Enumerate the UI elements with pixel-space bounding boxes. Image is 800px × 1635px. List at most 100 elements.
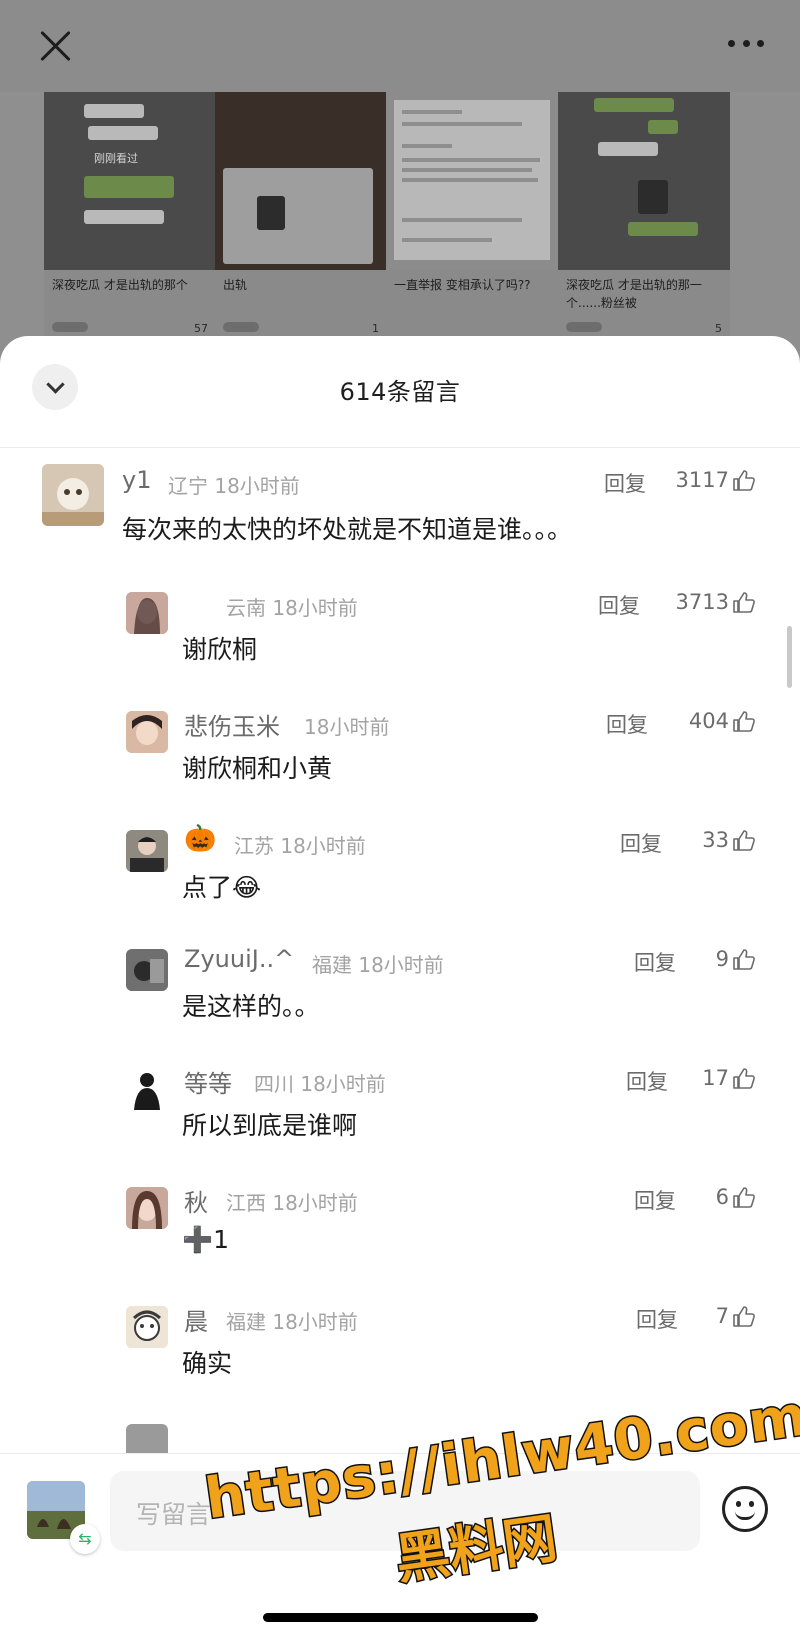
reply-button[interactable]: 回复 — [604, 468, 646, 498]
article-image-grid: 刚刚看过 深夜吃瓜 才是出轨的那个 57 出轨 1 一直举报 变相承认了吗?? … — [44, 92, 758, 340]
comment-username[interactable]: 悲伤玉米 — [184, 707, 280, 742]
reply-button[interactable]: 回复 — [636, 1304, 678, 1334]
like-count: 17 — [702, 1066, 729, 1090]
sheet-header: 614条留言 — [0, 336, 800, 448]
comment-text: 谢欣桐 — [182, 635, 258, 664]
comment-item: 等等 四川 18小时前 所以到底是谁啊 回复 17 — [0, 1060, 800, 1170]
like-count: 3117 — [675, 468, 729, 492]
card-likes: 57 — [194, 322, 208, 335]
comment-meta: 江苏 18小时前 — [234, 834, 366, 858]
avatar[interactable] — [126, 949, 168, 991]
card-caption: 深夜吃瓜 才是出轨的那个 — [52, 278, 188, 292]
like-button[interactable]: 3117 — [676, 468, 756, 492]
comment-text: 谢欣桐和小黄 — [182, 754, 333, 783]
avatar[interactable] — [126, 830, 168, 872]
thumbs-up-icon — [733, 711, 755, 732]
comment-username[interactable]: 秋 — [184, 1183, 208, 1218]
more-icon[interactable] — [728, 40, 764, 50]
like-button[interactable]: 17 — [702, 1066, 756, 1090]
card-caption: 深夜吃瓜 才是出轨的那一个......粉丝被 — [566, 278, 702, 310]
reply-button[interactable]: 回复 — [634, 1185, 676, 1215]
article-card: 出轨 1 — [215, 92, 387, 340]
thumbs-up-icon — [733, 1068, 755, 1089]
like-count: 404 — [688, 709, 729, 733]
like-count: 9 — [715, 947, 729, 971]
comment-username[interactable]: ZyuuiJ..^ — [184, 945, 294, 973]
thumbs-up-icon — [733, 1187, 755, 1208]
reply-button[interactable]: 回复 — [626, 1066, 668, 1096]
avatar[interactable] — [126, 1068, 168, 1110]
switch-account-icon[interactable]: ⇆ — [70, 1524, 100, 1554]
article-top-bar — [0, 0, 800, 92]
like-button[interactable]: 33 — [702, 828, 756, 852]
avatar[interactable] — [126, 1187, 168, 1229]
comment-text: 点了😂 — [182, 873, 262, 902]
comment-input-placeholder: 写留言 — [136, 1500, 212, 1529]
comment-text: 所以到底是谁啊 — [182, 1111, 358, 1140]
thumbs-up-icon — [733, 592, 755, 613]
emoji-icon[interactable] — [722, 1486, 768, 1532]
comment-meta: 云南 18小时前 — [226, 596, 358, 620]
comment-item: ZyuuiJ..^ 福建 18小时前 是这样的。。 回复 9 — [0, 941, 800, 1051]
comment-username[interactable]: 等等 — [184, 1064, 232, 1099]
thumbs-up-icon — [733, 1306, 755, 1327]
thumbs-up-icon — [733, 949, 755, 970]
like-button[interactable]: 404 — [689, 709, 756, 733]
chat-screenshot-image: 刚刚看过 — [44, 92, 216, 270]
comment-meta: 18小时前 — [304, 715, 390, 739]
article-card: 深夜吃瓜 才是出轨的那一个......粉丝被 5 — [558, 92, 730, 340]
comment-meta: 江西 18小时前 — [226, 1191, 358, 1215]
article-card: 刚刚看过 深夜吃瓜 才是出轨的那个 57 — [44, 92, 216, 340]
like-button[interactable]: 3713 — [676, 590, 756, 614]
recently-viewed-label: 刚刚看过 — [94, 152, 138, 165]
comment-text: 确实 — [182, 1349, 233, 1378]
avatar[interactable] — [126, 711, 168, 753]
comment-meta: 福建 18小时前 — [312, 953, 444, 977]
card-likes: 1 — [372, 322, 379, 335]
comment-item: 秋 江西 18小时前 ➕1 回复 6 — [0, 1179, 800, 1289]
avatar[interactable] — [42, 464, 104, 526]
reply-button[interactable]: 回复 — [598, 590, 640, 620]
article-card: 一直举报 变相承认了吗?? — [386, 92, 558, 340]
reply-button[interactable]: 回复 — [620, 828, 662, 858]
comment-input-bar: ⇆ 写留言 — [0, 1453, 800, 1635]
comments-sheet: 614条留言 y1 辽宁 18小时前 每次来的太快的坏处就是不知道是谁。。。 回… — [0, 336, 800, 1635]
card-caption: 出轨 — [223, 278, 248, 292]
comment-text: 是这样的。。 — [182, 992, 320, 1021]
comment-username[interactable]: 晨 — [184, 1302, 208, 1337]
avatar[interactable] — [126, 592, 168, 634]
comment-item: 云南 18小时前 谢欣桐 回复 3713 — [0, 584, 800, 694]
like-count: 3713 — [675, 590, 729, 614]
reply-button[interactable]: 回复 — [606, 709, 648, 739]
comment-meta: 福建 18小时前 — [226, 1310, 358, 1334]
comment-item: 🎃 江苏 18小时前 点了😂 回复 33 — [0, 822, 800, 932]
comment-input[interactable]: 写留言 — [110, 1471, 700, 1551]
thumbs-up-icon — [733, 470, 755, 491]
close-icon[interactable] — [38, 28, 72, 62]
reply-button[interactable]: 回复 — [634, 947, 676, 977]
like-count: 33 — [702, 828, 729, 852]
comment-list[interactable]: y1 辽宁 18小时前 每次来的太快的坏处就是不知道是谁。。。 回复 3117 … — [0, 448, 800, 1498]
chat-screenshot-image — [558, 92, 730, 270]
comment-item: y1 辽宁 18小时前 每次来的太快的坏处就是不知道是谁。。。 回复 3117 — [0, 448, 800, 558]
photo-image — [215, 92, 387, 270]
comment-item: 晨 福建 18小时前 确实 回复 7 — [0, 1298, 800, 1408]
comment-meta: 辽宁 18小时前 — [168, 474, 300, 498]
avatar[interactable] — [126, 1306, 168, 1348]
card-caption: 一直举报 变相承认了吗?? — [394, 278, 531, 292]
card-likes: 5 — [715, 322, 722, 335]
comment-username[interactable]: 🎃 — [184, 824, 216, 854]
thumbs-up-icon — [733, 830, 755, 851]
home-indicator[interactable] — [263, 1613, 538, 1622]
comment-item: 悲伤玉米 18小时前 谢欣桐和小黄 回复 404 — [0, 703, 800, 813]
like-button[interactable]: 9 — [716, 947, 756, 971]
comment-meta: 四川 18小时前 — [254, 1072, 386, 1096]
like-count: 6 — [715, 1185, 729, 1209]
comment-username[interactable]: y1 — [122, 466, 151, 494]
comment-text: ➕1 — [182, 1225, 230, 1254]
comment-text: 每次来的太快的坏处就是不知道是谁。。。 — [122, 515, 573, 544]
like-count: 7 — [715, 1304, 729, 1328]
like-button[interactable]: 6 — [716, 1185, 756, 1209]
document-image — [386, 92, 558, 270]
like-button[interactable]: 7 — [716, 1304, 756, 1328]
